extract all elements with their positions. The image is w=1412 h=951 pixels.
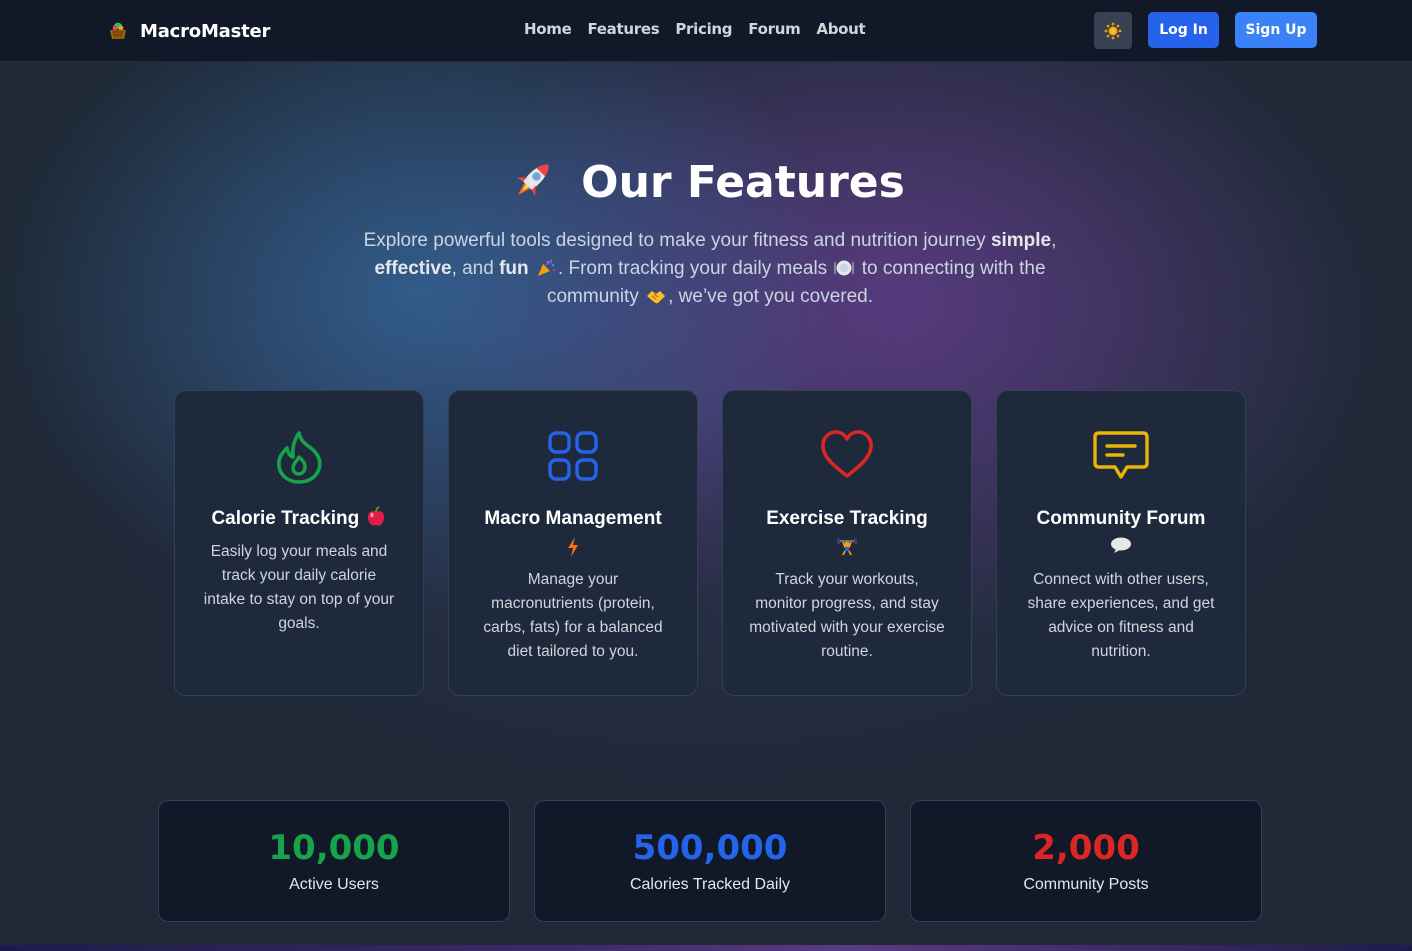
- feature-description: Easily log your meals and track your dai…: [203, 543, 395, 632]
- stat-card-active-users: 10,000 Active Users: [158, 800, 510, 922]
- stat-label: Community Posts: [1023, 876, 1149, 893]
- rocket-icon: [507, 154, 559, 210]
- hero-desc-text: ,: [1051, 230, 1057, 251]
- stat-label: Active Users: [289, 876, 379, 893]
- nav-link-features[interactable]: Features: [587, 20, 659, 38]
- login-button[interactable]: Log In: [1148, 12, 1219, 48]
- feature-card-macro-management: Macro Management Manage your macronutrie…: [448, 390, 698, 696]
- feature-description: Track your workouts, monitor progress, a…: [749, 571, 945, 660]
- nav-link-home[interactable]: Home: [524, 20, 572, 38]
- stat-label: Calories Tracked Daily: [629, 876, 791, 893]
- feature-description: Connect with other users, share experien…: [1027, 571, 1215, 660]
- stat-value: 2,000: [1032, 828, 1140, 868]
- weightlifter-icon: [723, 536, 971, 556]
- basket-logo-icon: [106, 19, 130, 43]
- nav-link-about[interactable]: About: [816, 20, 865, 38]
- signup-button[interactable]: Sign Up: [1235, 12, 1317, 48]
- top-navbar: MacroMaster Home Features Pricing Forum …: [0, 0, 1412, 62]
- feature-card-community-forum: Community Forum Connect with other users…: [996, 390, 1246, 696]
- feature-title: Community Forum: [1036, 508, 1206, 529]
- feature-card-calorie-tracking: Calorie Tracking Easily log your meals a…: [174, 390, 424, 696]
- hero-desc-effective: effective: [374, 258, 452, 279]
- page-title: Our Features: [581, 156, 905, 208]
- feature-card-exercise-tracking: Exercise Tracking Track your workouts, m…: [722, 390, 972, 696]
- nav-link-pricing[interactable]: Pricing: [675, 20, 732, 38]
- heart-icon: [821, 430, 873, 478]
- hero-desc-text: , we’ve got you covered.: [668, 286, 874, 307]
- nav-link-forum[interactable]: Forum: [748, 20, 800, 38]
- apple-icon: [367, 506, 384, 526]
- stat-card-community-posts: 2,000 Community Posts: [910, 800, 1262, 922]
- hero-desc-text: Explore powerful tools designed to make …: [363, 230, 991, 251]
- hero-desc-fun: fun: [499, 258, 529, 279]
- sun-icon: [1104, 22, 1122, 39]
- hero-desc-text: , and: [451, 258, 500, 279]
- feature-title: Macro Management: [484, 508, 662, 529]
- theme-toggle-button[interactable]: [1094, 12, 1132, 49]
- feature-title: Calorie Tracking: [187, 505, 411, 533]
- hero-desc-simple: simple: [990, 230, 1052, 251]
- plate-icon: [834, 260, 855, 276]
- hero-title: Our Features: [0, 150, 1412, 214]
- feature-description: Manage your macronutrients (protein, car…: [483, 571, 663, 660]
- chat-icon: [1093, 431, 1149, 479]
- grid-icon: [548, 431, 598, 481]
- feature-title: Exercise Tracking: [766, 508, 928, 529]
- stat-card-calories-tracked: 500,000 Calories Tracked Daily: [534, 800, 886, 922]
- bottom-gradient-strip: [0, 945, 1412, 951]
- handshake-icon: [647, 291, 666, 304]
- brand[interactable]: MacroMaster: [106, 17, 270, 45]
- hero-desc-text: . From tracking your daily meals: [557, 258, 833, 279]
- lightning-icon: [449, 536, 697, 558]
- brand-name: MacroMaster: [140, 20, 271, 42]
- nav-links: Home Features Pricing Forum About: [524, 20, 866, 38]
- flame-icon: [277, 431, 322, 484]
- party-popper-icon: [537, 259, 555, 276]
- speech-bubble-icon: [997, 536, 1245, 554]
- stat-value: 500,000: [632, 828, 788, 868]
- stat-value: 10,000: [268, 828, 400, 868]
- hero-description: Explore powerful tools designed to make …: [330, 227, 1090, 311]
